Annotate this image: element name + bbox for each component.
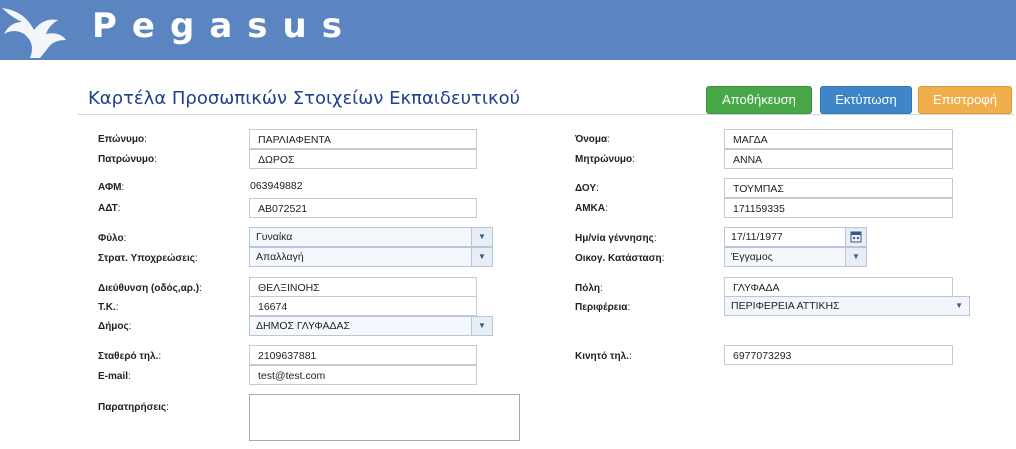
calendar-icon[interactable] <box>845 228 866 246</box>
title-divider <box>78 114 1014 115</box>
surname-field[interactable]: ΠΑΡΛΙΑΦΕΝΤΑ <box>249 129 477 149</box>
military-obligations-label: Στρατ. Υποχρεώσεις: <box>98 253 198 264</box>
chevron-down-icon[interactable]: ▼ <box>845 248 866 266</box>
afm-value: 063949882 <box>250 180 303 192</box>
zip-code-field[interactable]: 16674 <box>249 296 477 316</box>
amka-label: ΑΜΚΑ: <box>575 203 608 214</box>
landline-label: Σταθερό τηλ.: <box>98 351 162 362</box>
mobile-label: Κινητό τηλ.: <box>575 351 632 362</box>
gender-value: Γυναίκα <box>256 231 293 243</box>
father-name-label: Πατρώνυμο: <box>98 154 157 165</box>
military-obligations-value: Απαλλαγή <box>256 251 304 263</box>
back-button[interactable]: Επιστροφή <box>918 86 1012 114</box>
city-field[interactable]: ΓΛΥΦΑΔΑ <box>724 277 953 297</box>
adt-field[interactable]: ΑΒ072521 <box>249 198 477 218</box>
landline-field[interactable]: 2109637881 <box>249 345 477 365</box>
app-brand: Pegasus <box>92 6 357 46</box>
gender-label: Φύλο: <box>98 233 127 244</box>
app-header: Pegasus <box>0 0 1016 60</box>
zip-code-label: Τ.Κ.: <box>98 302 119 313</box>
save-button[interactable]: Αποθήκευση <box>706 86 812 114</box>
region-value: ΠΕΡΙΦΕΡΕΙΑ ΑΤΤΙΚΗΣ <box>731 300 840 312</box>
adt-label: ΑΔΤ: <box>98 203 121 214</box>
notes-textarea[interactable] <box>249 394 520 441</box>
doy-label: ΔΟΥ: <box>575 183 599 194</box>
mother-name-field[interactable]: ΑΝΝΑ <box>724 149 953 169</box>
email-field[interactable]: test@test.com <box>249 365 477 385</box>
address-label: Διεύθυνση (οδός,αρ.): <box>98 283 202 294</box>
municipality-select[interactable]: ΔΗΜΟΣ ΓΛΥΦΑΔΑΣ ▼ <box>249 316 493 336</box>
chevron-down-icon[interactable]: ▼ <box>471 248 492 266</box>
notes-label: Παρατηρήσεις: <box>98 402 169 413</box>
father-name-field[interactable]: ΔΩΡΟΣ <box>249 149 477 169</box>
birth-date-field[interactable]: 17/11/1977 <box>724 227 867 247</box>
marital-status-select[interactable]: Έγγαμος ▼ <box>724 247 867 267</box>
birth-date-value: 17/11/1977 <box>731 231 783 243</box>
name-label: Όνομα: <box>575 134 610 145</box>
birth-date-label: Ημ/νία γέννησης: <box>575 233 657 244</box>
mobile-field[interactable]: 6977073293 <box>724 345 953 365</box>
military-obligations-select[interactable]: Απαλλαγή ▼ <box>249 247 493 267</box>
mother-name-label: Μητρώνυμο: <box>575 154 635 165</box>
gender-select[interactable]: Γυναίκα ▼ <box>249 227 493 247</box>
city-label: Πόλη: <box>575 283 603 294</box>
print-button[interactable]: Εκτύπωση <box>820 86 912 114</box>
region-label: Περιφέρεια: <box>575 302 631 313</box>
name-field[interactable]: ΜΑΓΔΑ <box>724 129 953 149</box>
pegasus-logo-icon <box>2 8 66 58</box>
marital-status-value: Έγγαμος <box>731 251 773 263</box>
region-select[interactable]: ΠΕΡΙΦΕΡΕΙΑ ΑΤΤΙΚΗΣ ▼ <box>724 296 970 316</box>
chevron-down-icon[interactable]: ▼ <box>955 297 963 315</box>
marital-status-label: Οικογ. Κατάσταση: <box>575 253 665 264</box>
chevron-down-icon[interactable]: ▼ <box>471 317 492 335</box>
surname-label: Επώνυμο: <box>98 134 147 145</box>
afm-label: ΑΦΜ: <box>98 182 125 193</box>
doy-field[interactable]: ΤΟΥΜΠΑΣ <box>724 178 953 198</box>
municipality-label: Δήμος: <box>98 321 132 332</box>
page-title: Καρτέλα Προσωπικών Στοιχείων Εκπαιδευτικ… <box>88 88 521 109</box>
municipality-value: ΔΗΜΟΣ ΓΛΥΦΑΔΑΣ <box>256 320 350 332</box>
chevron-down-icon[interactable]: ▼ <box>471 228 492 246</box>
address-field[interactable]: ΘΕΛΞΙΝΟΗΣ <box>249 277 477 297</box>
amka-field[interactable]: 171159335 <box>724 198 953 218</box>
email-label: E-mail: <box>98 371 131 382</box>
